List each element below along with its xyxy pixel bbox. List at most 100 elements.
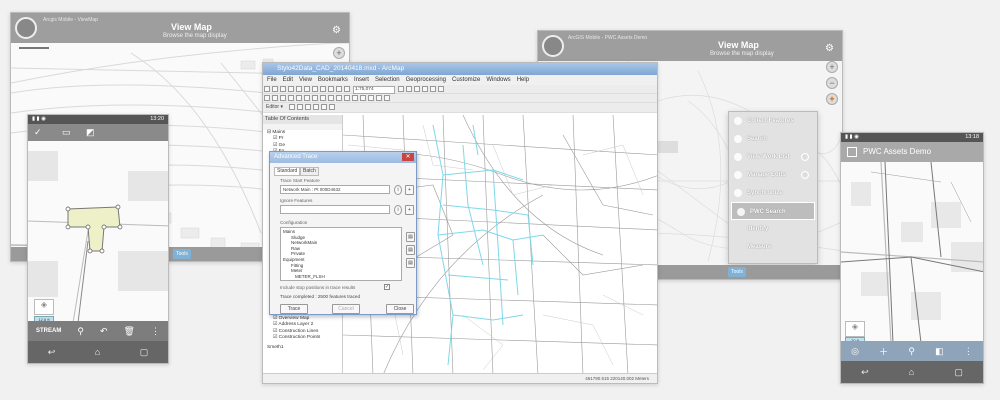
zoom-in-button[interactable]: +	[826, 61, 838, 73]
zoom-in-icon[interactable]	[264, 95, 270, 101]
menu-windows[interactable]: Windows	[486, 75, 510, 85]
recents-icon[interactable]: ▢	[140, 347, 149, 358]
locate-button[interactable]: ◈	[845, 321, 865, 337]
map-canvas[interactable]	[28, 141, 168, 323]
tab-batch[interactable]: Batch	[300, 167, 319, 176]
print-icon[interactable]	[288, 86, 294, 92]
layers-icon[interactable]: ◧	[935, 346, 944, 357]
menu-selection[interactable]: Selection	[375, 75, 400, 85]
locate-icon[interactable]: ◎	[851, 346, 859, 357]
menu-help[interactable]: Help	[517, 75, 529, 85]
config-button-2[interactable]: ▤	[406, 245, 415, 255]
menu-item-view-work-list[interactable]: View Work List ›	[729, 148, 817, 166]
menu-insert[interactable]: Insert	[354, 75, 369, 85]
tools-button[interactable]: Tools	[728, 267, 746, 277]
add-start-button[interactable]: +	[405, 185, 414, 195]
menu-customize[interactable]: Customize	[452, 75, 480, 85]
zoom-out-button[interactable]: −	[826, 77, 838, 89]
tools-button[interactable]: Tools	[173, 249, 191, 259]
toc-layer[interactable]: ☑ Construction Points	[263, 335, 342, 341]
delete-icon[interactable]	[320, 86, 326, 92]
menu-item-identify[interactable]: Identify	[729, 220, 817, 238]
tree-node[interactable]: METER_FLSH	[283, 274, 325, 280]
paste-icon[interactable]	[312, 86, 318, 92]
copy-icon[interactable]	[304, 86, 310, 92]
python-icon[interactable]	[429, 86, 436, 92]
menu-file[interactable]: File	[267, 75, 277, 85]
search-icon[interactable]: ⚲	[908, 346, 915, 357]
overflow-menu-icon[interactable]: ⋮	[964, 346, 973, 357]
trace-button[interactable]: Trace	[280, 304, 308, 314]
back-icon[interactable]	[296, 95, 302, 101]
stream-button[interactable]: STREAM	[36, 328, 61, 334]
viewer-icon[interactable]	[376, 95, 382, 101]
scale-box[interactable]: 1:75,074	[352, 86, 395, 94]
find-icon[interactable]	[328, 95, 334, 101]
menu-item-search[interactable]: Search	[729, 130, 817, 148]
redo-icon[interactable]	[336, 86, 342, 92]
save-icon[interactable]	[280, 86, 286, 92]
tab-standard[interactable]: Standard	[274, 167, 301, 176]
search-icon[interactable]	[413, 86, 420, 92]
close-icon[interactable]: ✕	[402, 153, 414, 161]
home-icon[interactable]: ⌂	[909, 367, 914, 377]
menu-item-synchronize[interactable]: Synchronize	[729, 184, 817, 202]
ignore-features-field[interactable]	[280, 205, 390, 214]
split-icon[interactable]	[312, 104, 319, 110]
selected-polygon[interactable]	[67, 206, 121, 252]
map-canvas[interactable]	[841, 162, 983, 343]
locate-button[interactable]: ◈	[34, 299, 54, 315]
config-button-3[interactable]: ▤	[406, 258, 415, 268]
menu-item-collect-features[interactable]: Collect Features	[729, 112, 817, 130]
model-icon[interactable]	[437, 86, 444, 92]
forward-icon[interactable]	[304, 95, 310, 101]
full-extent-icon[interactable]	[288, 95, 294, 101]
menu-geoprocessing[interactable]: Geoprocessing	[406, 75, 446, 85]
catalog-icon[interactable]	[405, 86, 412, 92]
identify-icon[interactable]	[320, 95, 326, 101]
edit-tool-icon[interactable]	[288, 104, 295, 110]
delete-icon[interactable]: 🗑	[124, 326, 135, 337]
overflow-menu-icon[interactable]: ⋮	[151, 326, 160, 337]
hyperlink-icon[interactable]	[344, 95, 350, 101]
editor-menu[interactable]: Editor ▾	[263, 103, 286, 111]
route-icon[interactable]	[368, 95, 374, 101]
start-feature-field[interactable]: Network Main : Pt 000D4632	[280, 185, 390, 194]
undo-icon[interactable]	[328, 86, 334, 92]
measure-icon[interactable]	[336, 95, 342, 101]
rotate-icon[interactable]	[320, 104, 327, 110]
zoom-in-button[interactable]: +	[333, 47, 345, 59]
check-icon[interactable]: ✓	[34, 124, 42, 141]
config-button-1[interactable]: ▤	[406, 232, 415, 242]
home-icon[interactable]: ⌂	[95, 347, 100, 357]
menu-edit[interactable]: Edit	[283, 75, 293, 85]
settings-icon[interactable]: ⚙	[332, 25, 341, 36]
pan-icon[interactable]	[280, 95, 286, 101]
menu-item-measure[interactable]: Measure	[729, 238, 817, 256]
add-ignore-button[interactable]: +	[405, 205, 414, 215]
select-icon[interactable]	[312, 95, 318, 101]
html-popup-icon[interactable]	[352, 95, 358, 101]
back-icon[interactable]: ↩	[861, 367, 869, 378]
menu-item-manage-edits[interactable]: Manage Edits ›	[729, 166, 817, 184]
cut-icon[interactable]	[296, 86, 302, 92]
menu-view[interactable]: View	[299, 75, 312, 85]
toolbox-icon[interactable]	[421, 86, 428, 92]
zoom-out-icon[interactable]	[272, 95, 278, 101]
open-icon[interactable]	[272, 86, 278, 92]
include-stop-checkbox[interactable]: ✓	[384, 284, 390, 290]
editor-icon[interactable]	[397, 86, 404, 92]
configuration-tree[interactable]: Mains Sludge NetworkMain Raw Private Equ…	[280, 227, 402, 281]
sketch-icon[interactable]	[296, 104, 303, 110]
info-icon[interactable]: i	[394, 205, 402, 215]
menu-bookmarks[interactable]: Bookmarks	[318, 75, 348, 85]
style-icon[interactable]: ◩	[86, 124, 95, 141]
locate-icon[interactable]: ✦	[826, 93, 838, 105]
back-icon[interactable]: ↩	[48, 347, 56, 358]
attributes-icon[interactable]	[328, 104, 335, 110]
vertex-tool-icon[interactable]: ⚲	[77, 326, 84, 337]
new-icon[interactable]	[264, 86, 270, 92]
trace-icon[interactable]	[384, 95, 390, 101]
recents-icon[interactable]: ▢	[954, 367, 963, 378]
time-slider-icon[interactable]	[360, 95, 366, 101]
